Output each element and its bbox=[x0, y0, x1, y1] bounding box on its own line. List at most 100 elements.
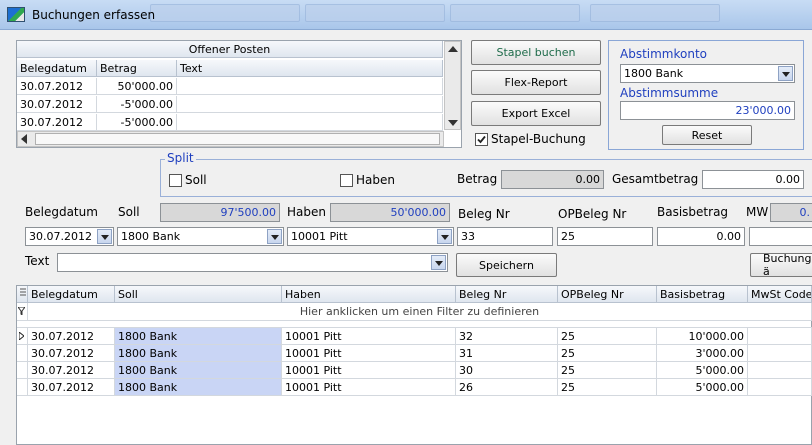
grid-cell-belegnr[interactable]: 32 bbox=[456, 328, 558, 345]
open-item-amount[interactable]: -5'000.00 bbox=[97, 96, 177, 113]
row-selector[interactable] bbox=[17, 345, 28, 362]
open-item-amount[interactable]: -5'000.00 bbox=[97, 114, 177, 131]
grid-cell-mwst[interactable] bbox=[748, 362, 812, 379]
background-tab bbox=[590, 4, 720, 22]
filter-icon[interactable] bbox=[17, 306, 26, 317]
chevron-down-icon[interactable] bbox=[778, 66, 793, 81]
stapel-buchen-button[interactable]: Stapel buchen bbox=[471, 40, 601, 65]
grid-cell-basis[interactable]: 5'000.00 bbox=[657, 362, 748, 379]
open-item-date[interactable]: 30.07.2012 bbox=[17, 114, 97, 131]
open-item-text[interactable] bbox=[177, 114, 443, 131]
split-soll-label: Soll bbox=[185, 173, 207, 187]
open-item-amount[interactable]: 50'000.00 bbox=[97, 78, 177, 95]
open-items-title: Offener Posten bbox=[17, 41, 443, 58]
row-selector[interactable] bbox=[17, 379, 28, 396]
hscroll-thumb[interactable] bbox=[35, 133, 440, 145]
basisbetrag-label: Basisbetrag bbox=[657, 205, 729, 219]
buchung-button[interactable]: Buchung ä bbox=[750, 252, 812, 278]
grid-cell-opbelegnr[interactable]: 25 bbox=[558, 379, 657, 396]
open-items-col-text[interactable]: Text bbox=[177, 60, 443, 77]
checkmark-icon bbox=[477, 135, 486, 144]
scroll-down-icon[interactable] bbox=[448, 120, 458, 126]
soll-total-field: 97'500.00 bbox=[160, 203, 280, 222]
open-items-col-belegdatum[interactable]: Belegdatum bbox=[17, 60, 97, 77]
opbelegnr-field[interactable]: 25 bbox=[557, 227, 653, 246]
grid-cell-mwst[interactable] bbox=[748, 345, 812, 362]
chevron-down-icon[interactable] bbox=[267, 229, 282, 244]
grid-cell-belegnr[interactable]: 31 bbox=[456, 345, 558, 362]
grid-cell-opbelegnr[interactable]: 25 bbox=[558, 345, 657, 362]
grid-col-soll[interactable]: Soll bbox=[115, 286, 282, 303]
split-betrag-field[interactable]: 0.00 bbox=[501, 170, 604, 189]
grid-cell-basis[interactable]: 5'000.00 bbox=[657, 379, 748, 396]
soll-label: Soll bbox=[118, 205, 140, 219]
grid-cell-basis[interactable]: 10'000.00 bbox=[657, 328, 748, 345]
haben-label: Haben bbox=[287, 205, 326, 219]
opbelegnr-label: OPBeleg Nr bbox=[558, 207, 627, 221]
soll-select[interactable]: 1800 Bank bbox=[117, 227, 284, 246]
window-title: Buchungen erfassen bbox=[32, 8, 156, 22]
chevron-down-icon[interactable] bbox=[97, 229, 112, 244]
open-item-text[interactable] bbox=[177, 96, 443, 113]
grid-cell-date[interactable]: 30.07.2012 bbox=[28, 328, 115, 345]
grid-cell-haben[interactable]: 10001 Pitt bbox=[282, 345, 456, 362]
grid-cell-soll[interactable]: 1800 Bank bbox=[115, 345, 282, 362]
grid-col-basisbetrag[interactable]: Basisbetrag bbox=[657, 286, 748, 303]
reconcile-sum-field[interactable]: 23'000.00 bbox=[620, 101, 795, 120]
grid-cell-date[interactable]: 30.07.2012 bbox=[28, 362, 115, 379]
row-selector[interactable] bbox=[17, 328, 28, 345]
grid-col-haben[interactable]: Haben bbox=[282, 286, 456, 303]
reconcile-account-select[interactable]: 1800 Bank bbox=[620, 64, 795, 83]
open-items-col-betrag[interactable]: Betrag bbox=[97, 60, 177, 77]
split-soll-checkbox[interactable] bbox=[169, 174, 182, 187]
grid-cell-basis[interactable]: 3'000.00 bbox=[657, 345, 748, 362]
export-excel-button[interactable]: Export Excel bbox=[471, 101, 601, 126]
grid-cell-haben[interactable]: 10001 Pitt bbox=[282, 328, 456, 345]
grid-cell-opbelegnr[interactable]: 25 bbox=[558, 362, 657, 379]
grid-cell-mwst[interactable] bbox=[748, 328, 812, 345]
belegdatum-picker[interactable]: 30.07.2012 bbox=[25, 227, 114, 246]
grid-cell-belegnr[interactable]: 30 bbox=[456, 362, 558, 379]
belegnr-field[interactable]: 33 bbox=[457, 227, 553, 246]
grid-cell-soll[interactable]: 1800 Bank bbox=[115, 379, 282, 396]
split-gesamt-field[interactable]: 0.00 bbox=[702, 170, 804, 189]
mwst-field[interactable] bbox=[749, 227, 812, 246]
grid-cell-date[interactable]: 30.07.2012 bbox=[28, 379, 115, 396]
grid-col-belegnr[interactable]: Beleg Nr bbox=[456, 286, 558, 303]
haben-total-field: 50'000.00 bbox=[330, 203, 450, 222]
text-select[interactable] bbox=[57, 253, 448, 272]
grid-cell-date[interactable]: 30.07.2012 bbox=[28, 345, 115, 362]
row-selector[interactable] bbox=[17, 362, 28, 379]
open-items-vscroll[interactable] bbox=[444, 41, 461, 130]
grid-cell-mwst[interactable] bbox=[748, 379, 812, 396]
text-label: Text bbox=[25, 254, 50, 268]
open-item-date[interactable]: 30.07.2012 bbox=[17, 78, 97, 95]
flex-report-button[interactable]: Flex-Report bbox=[471, 70, 601, 95]
save-button[interactable]: Speichern bbox=[456, 253, 557, 277]
filter-row-hint[interactable]: Hier anklicken um einen Filter zu defini… bbox=[28, 303, 812, 321]
reset-button[interactable]: Reset bbox=[662, 125, 752, 145]
grid-col-mwst[interactable]: MwSt Code bbox=[748, 286, 812, 303]
grid-cell-opbelegnr[interactable]: 25 bbox=[558, 328, 657, 345]
reconcile-sum-label: Abstimmsumme bbox=[620, 86, 719, 100]
grid-col-opbelegnr[interactable]: OPBeleg Nr bbox=[558, 286, 657, 303]
basisbetrag-field[interactable]: 0.00 bbox=[657, 227, 745, 246]
grid-cell-haben[interactable]: 10001 Pitt bbox=[282, 362, 456, 379]
grid-cell-haben[interactable]: 10001 Pitt bbox=[282, 379, 456, 396]
open-item-date[interactable]: 30.07.2012 bbox=[17, 96, 97, 113]
grid-col-belegdatum[interactable]: Belegdatum bbox=[28, 286, 115, 303]
chevron-down-icon[interactable] bbox=[437, 229, 452, 244]
soll-value: 1800 Bank bbox=[121, 230, 181, 243]
open-item-text[interactable] bbox=[177, 78, 443, 95]
haben-select[interactable]: 10001 Pitt bbox=[287, 227, 454, 246]
app-icon bbox=[7, 7, 25, 22]
split-haben-checkbox[interactable] bbox=[340, 174, 353, 187]
grid-cell-soll[interactable]: 1800 Bank bbox=[115, 328, 282, 345]
scroll-up-icon[interactable] bbox=[448, 46, 458, 52]
chevron-down-icon[interactable] bbox=[431, 255, 446, 270]
mw-label: MW bbox=[746, 205, 769, 219]
scroll-left-icon[interactable] bbox=[21, 134, 27, 144]
stapel-buchung-checkbox[interactable] bbox=[475, 133, 488, 146]
grid-cell-belegnr[interactable]: 26 bbox=[456, 379, 558, 396]
grid-cell-soll[interactable]: 1800 Bank bbox=[115, 362, 282, 379]
